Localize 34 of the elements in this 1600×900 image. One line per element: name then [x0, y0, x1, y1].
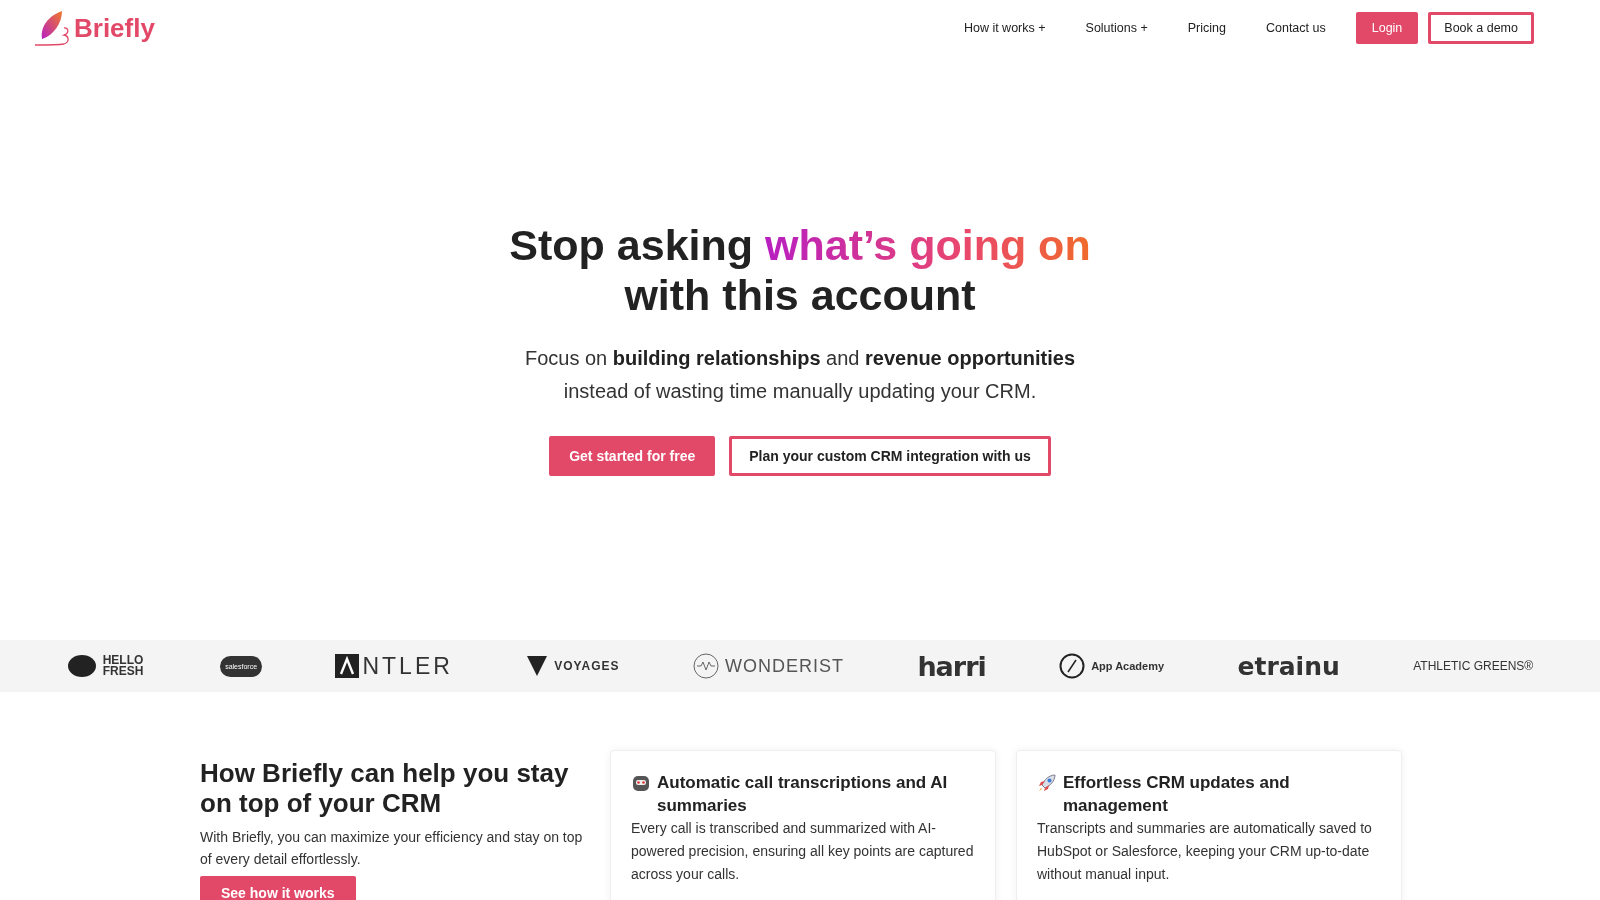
nav-link[interactable]: Pricing [1167, 21, 1246, 35]
login-button[interactable]: Login [1355, 12, 1419, 44]
brand-logo: etrainu [1237, 651, 1340, 681]
wave-circle-icon [692, 653, 719, 679]
hero-title: Stop asking what’s going on with this account [509, 220, 1091, 320]
lemon-icon [66, 654, 97, 678]
card-text: Every call is transcribed and summarized with AI-powered precision, ensuring all key points are captured across your calls. [631, 819, 975, 884]
brand-name[interactable]: Briefly [74, 12, 155, 44]
card-text: Transcripts and summaries are automatically saved to HubSpot or Salesforce, keeping your CRM up-to-date without manual input. [1037, 819, 1373, 884]
nav-link[interactable]: Solutions + [1065, 21, 1168, 35]
feather-icon [34, 9, 72, 47]
brand-logo: App Academy [1091, 660, 1165, 672]
triangle-icon [526, 655, 549, 677]
plan-integration-button[interactable]: Plan your custom CRM integration with us [729, 436, 1051, 476]
card-title: Effortless CRM updates and management [1063, 772, 1291, 817]
rocket-icon [1037, 773, 1057, 793]
brand-logo: harri [917, 650, 986, 682]
brand-logo: VOYAGES [554, 659, 620, 673]
section-text: With Briefly, you can maximize your efficiency and stay on top of every detail effortlessly. [200, 828, 584, 869]
robot-icon [631, 773, 651, 793]
hero-subtitle: Focus on building relationships and revenue opportunities instead of wasting time manually updating your CRM. [523, 346, 1077, 404]
how-it-works-button[interactable]: See how it works [200, 876, 356, 900]
brand-logo: WONDERIST [724, 655, 844, 677]
chevron-mark-icon [335, 654, 360, 678]
brand-logo: NTLER [362, 652, 453, 680]
brand-logo: ATHLETIC GREENS® [1413, 659, 1534, 673]
card-title: Automatic call transcriptions and AI summaries [657, 772, 949, 817]
circle-icon [1059, 653, 1086, 679]
section-title: How Briefly can help you stay on top of your CRM [200, 758, 570, 818]
brand-logo: HELLO FRESH [102, 655, 145, 677]
get-started-button[interactable]: Get started for free [549, 436, 716, 476]
nav-link[interactable]: How it works + [943, 21, 1066, 35]
nav-link[interactable]: Contact us [1245, 21, 1346, 35]
demo-button[interactable]: Book a demo [1428, 12, 1534, 44]
